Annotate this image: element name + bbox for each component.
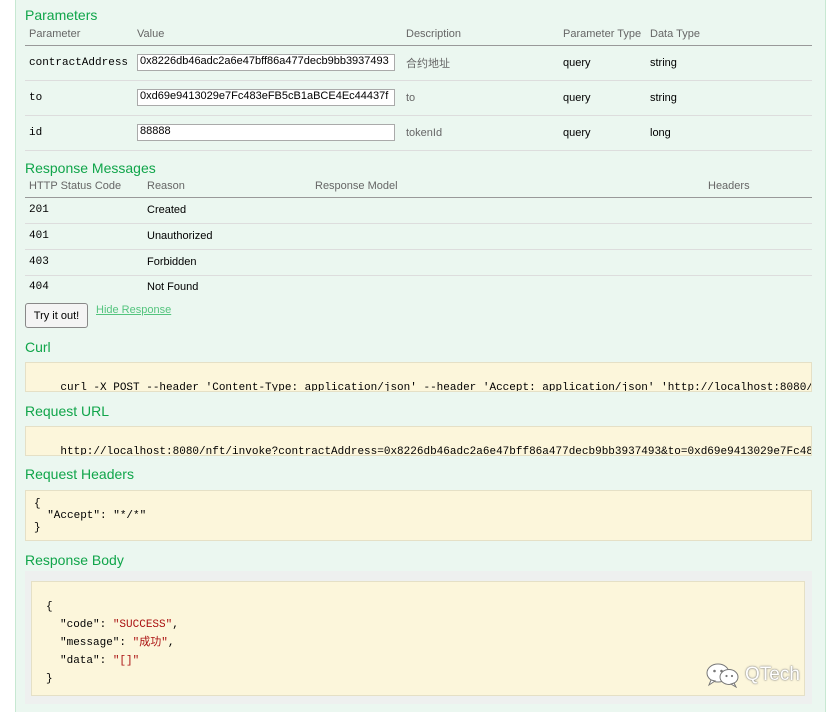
curl-command: curl -X POST --header 'Content-Type: app… bbox=[25, 362, 812, 392]
body-close-brace: } bbox=[46, 673, 53, 685]
response-body-title: Response Body bbox=[25, 552, 124, 568]
curl-title: Curl bbox=[25, 339, 51, 355]
col-headers: Headers bbox=[704, 179, 812, 198]
status-code: 401 bbox=[25, 223, 143, 250]
param-data-type: string bbox=[646, 80, 812, 116]
param-name: contractAddress bbox=[25, 45, 133, 81]
body-code-key: "code": bbox=[60, 619, 113, 631]
request-headers-box: { "Accept": "*/*" } bbox=[25, 490, 812, 541]
param-description: to bbox=[402, 80, 559, 116]
hide-response-link[interactable]: Hide Response bbox=[96, 304, 171, 316]
headers-open-brace: { bbox=[34, 498, 41, 510]
param-row-id: id 88888 tokenId query long bbox=[25, 115, 812, 151]
status-code: 201 bbox=[25, 197, 143, 224]
response-row: 401 Unauthorized bbox=[25, 223, 812, 250]
body-message-value: "成功" bbox=[132, 637, 168, 649]
qtech-watermark: QTech bbox=[705, 662, 800, 688]
body-data-line: "data": "[]" bbox=[46, 652, 804, 670]
col-value: Value bbox=[133, 27, 402, 46]
response-messages-title: Response Messages bbox=[25, 160, 156, 176]
response-row: 403 Forbidden bbox=[25, 249, 812, 276]
headers-accept-line: "Accept": "*/*" bbox=[47, 510, 147, 522]
param-description: tokenId bbox=[402, 115, 559, 151]
body-open-brace: { bbox=[46, 601, 53, 613]
response-messages-table: HTTP Status Code Reason Response Model H… bbox=[25, 179, 812, 299]
col-parameter: Parameter bbox=[25, 27, 133, 46]
status-reason: Not Found bbox=[147, 281, 199, 294]
request-url-title: Request URL bbox=[25, 403, 110, 419]
status-code: 403 bbox=[25, 249, 143, 276]
body-code-value: "SUCCESS" bbox=[112, 619, 173, 631]
body-message-key: "message": bbox=[60, 637, 133, 649]
param-data-type: long bbox=[646, 115, 812, 151]
parameters-title: Parameters bbox=[25, 7, 98, 23]
watermark-text: QTech bbox=[745, 664, 800, 685]
status-reason: Unauthorized bbox=[143, 223, 311, 250]
wechat-icon bbox=[706, 663, 739, 688]
status-reason: Created bbox=[143, 197, 311, 224]
headers-close-brace: } bbox=[34, 522, 41, 534]
body-data-key: "data": bbox=[60, 655, 113, 667]
status-code: 404 bbox=[29, 281, 49, 294]
param-row-contractaddress: contractAddress 0x8226db46adc2a6e47bff86… bbox=[25, 45, 812, 81]
body-message-line: "message": "成功", bbox=[60, 637, 175, 649]
col-response-model: Response Model bbox=[311, 179, 704, 198]
contract-address-input[interactable]: 0x8226db46adc2a6e47bff86a477decb9bb39374… bbox=[137, 54, 395, 71]
col-data-type: Data Type bbox=[646, 27, 812, 46]
body-data-value: "[]" bbox=[112, 655, 140, 667]
response-body-box: { "code": "SUCCESS", "message": "成功", "d… bbox=[31, 581, 805, 696]
col-parameter-type: Parameter Type bbox=[559, 27, 646, 46]
body-code-line: "code": "SUCCESS", bbox=[60, 619, 179, 631]
to-input[interactable]: 0xd69e9413029e7Fc483eFB5cB1aBCE4Ec44437f bbox=[137, 89, 395, 106]
request-url-text: http://localhost:8080/nft/invoke?contrac… bbox=[60, 446, 812, 456]
try-it-out-button[interactable]: Try it out! bbox=[25, 303, 88, 328]
param-name: to bbox=[25, 80, 133, 116]
col-status-code: HTTP Status Code bbox=[25, 179, 143, 198]
param-data-type: string bbox=[646, 45, 812, 81]
col-reason: Reason bbox=[143, 179, 311, 198]
request-url-box: http://localhost:8080/nft/invoke?contrac… bbox=[25, 426, 812, 456]
param-type: query bbox=[559, 80, 646, 116]
param-type: query bbox=[559, 115, 646, 151]
response-body-wrapper: { "code": "SUCCESS", "message": "成功", "d… bbox=[25, 571, 812, 704]
status-reason: Forbidden bbox=[143, 249, 311, 276]
param-name: id bbox=[25, 115, 133, 151]
operation-panel: Parameters Parameter Value Description P… bbox=[15, 0, 826, 712]
col-description: Description bbox=[402, 27, 559, 46]
curl-command-text: curl -X POST --header 'Content-Type: app… bbox=[60, 382, 812, 392]
id-input[interactable]: 88888 bbox=[137, 124, 395, 141]
param-description: 合约地址 bbox=[402, 45, 559, 81]
response-row: 404 Not Found bbox=[25, 275, 812, 299]
parameters-table: Parameter Value Description Parameter Ty… bbox=[25, 27, 812, 151]
request-headers-title: Request Headers bbox=[25, 466, 134, 482]
param-row-to: to 0xd69e9413029e7Fc483eFB5cB1aBCE4Ec444… bbox=[25, 80, 812, 116]
param-type: query bbox=[559, 45, 646, 81]
response-row: 201 Created bbox=[25, 197, 812, 224]
